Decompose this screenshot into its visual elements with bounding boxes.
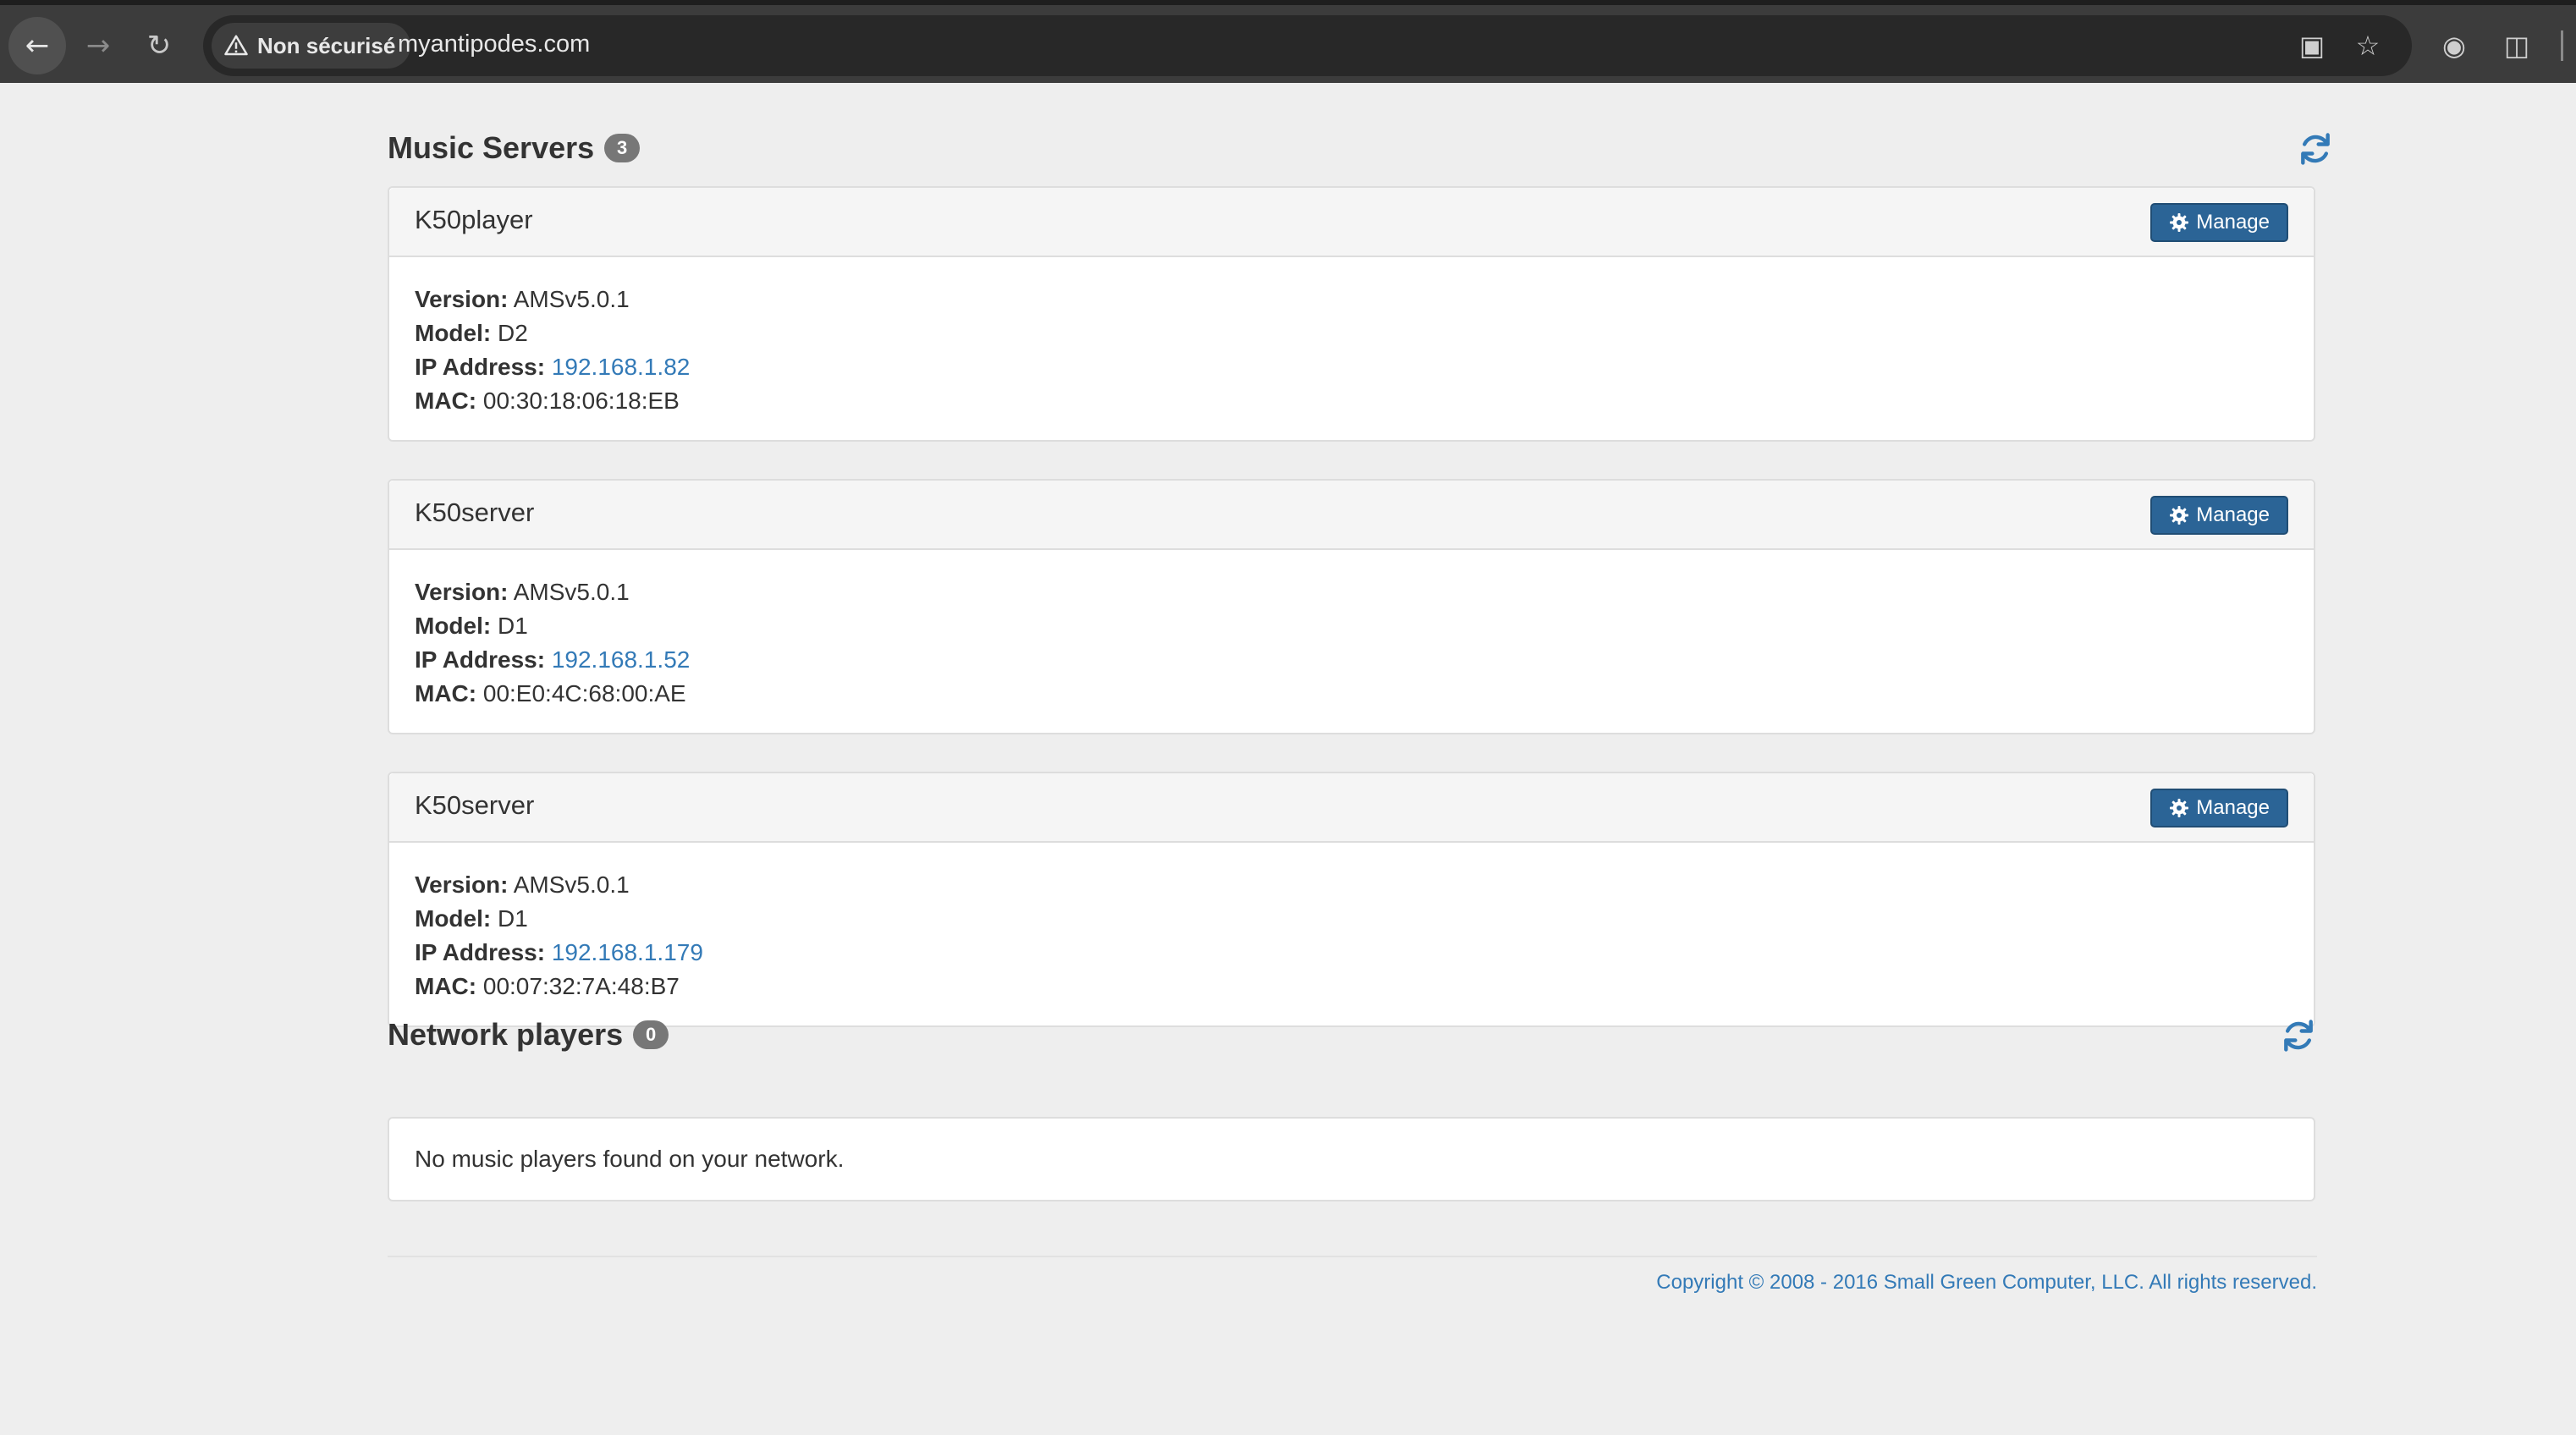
manage-button-label: Manage — [2196, 503, 2270, 526]
server-panel-body: Version: AMSv5.0.1 Model: D1 IP Address:… — [389, 550, 2314, 733]
mac-label: MAC: — [415, 680, 477, 707]
manage-button[interactable]: Manage — [2150, 789, 2288, 827]
forward-arrow-icon[interactable]: → — [69, 17, 127, 74]
music-servers-title: Music Servers 3 — [388, 130, 641, 166]
mac-row: MAC: 00:07:32:7A:48:B7 — [415, 970, 2288, 1003]
mac-value: 00:E0:4C:68:00:AE — [482, 680, 686, 707]
mac-label: MAC: — [415, 973, 477, 999]
footer-divider — [388, 1256, 2317, 1257]
back-arrow-icon[interactable]: ← — [8, 17, 66, 74]
model-row: Model: D1 — [415, 902, 2288, 936]
security-indicator[interactable]: Non sécurisé — [212, 23, 411, 69]
version-row: Version: AMSv5.0.1 — [415, 283, 2288, 316]
ip-address-link[interactable]: 192.168.1.52 — [552, 646, 691, 673]
ip-label: IP Address: — [415, 646, 546, 673]
server-panel-body: Version: AMSv5.0.1 Model: D2 IP Address:… — [389, 257, 2314, 440]
server-panel: K50player Manage Version: AMSv5.0.1 Mode — [388, 186, 2315, 442]
server-name: K50server — [415, 790, 535, 820]
mac-label: MAC: — [415, 388, 477, 414]
manage-button[interactable]: Manage — [2150, 203, 2288, 242]
version-label: Version: — [415, 579, 509, 605]
music-servers-title-text: Music Servers — [388, 130, 595, 165]
model-row: Model: D2 — [415, 316, 2288, 350]
mac-value: 00:30:18:06:18:EB — [482, 388, 680, 414]
ip-address-link[interactable]: 192.168.1.179 — [552, 939, 703, 965]
mac-row: MAC: 00:E0:4C:68:00:AE — [415, 677, 2288, 711]
version-label: Version: — [415, 286, 509, 312]
server-panel: K50server Manage Version: AMSv5.0.1 Mode — [388, 772, 2315, 1027]
version-row: Version: AMSv5.0.1 — [415, 868, 2288, 902]
manage-button[interactable]: Manage — [2150, 496, 2288, 535]
browser-toolbar: ← → ↻ Non sécurisé myantipodes.com ▣ ☆ ◉… — [0, 0, 2576, 83]
model-value: D1 — [498, 613, 528, 639]
music-servers-count-badge: 3 — [604, 134, 641, 162]
ip-label: IP Address: — [415, 939, 546, 965]
model-value: D1 — [498, 905, 528, 932]
address-bar[interactable]: Non sécurisé myantipodes.com ▣ ☆ — [203, 15, 2412, 76]
server-panel-body: Version: AMSv5.0.1 Model: D1 IP Address:… — [389, 843, 2314, 1025]
url-text[interactable]: myantipodes.com — [398, 30, 590, 58]
gear-icon — [2170, 506, 2189, 525]
version-value: AMSv5.0.1 — [513, 871, 630, 898]
music-servers-refresh-icon[interactable] — [2297, 130, 2334, 168]
no-players-message: No music players found on your network. — [415, 1146, 845, 1172]
version-label: Version: — [415, 871, 509, 898]
ip-label: IP Address: — [415, 354, 546, 380]
version-value: AMSv5.0.1 — [513, 579, 630, 605]
bookmark-star-icon[interactable]: ☆ — [2349, 27, 2386, 64]
network-players-refresh-icon[interactable] — [2280, 1017, 2317, 1054]
ip-address-link[interactable]: 192.168.1.82 — [552, 354, 691, 380]
network-players-header: Network players 0 — [388, 1017, 2317, 1068]
profile-extension-icon[interactable]: ◉ — [2434, 25, 2474, 66]
gear-icon — [2170, 213, 2189, 232]
music-servers-header: Music Servers 3 — [388, 83, 2330, 165]
server-panel-heading: K50player Manage — [389, 188, 2314, 257]
extensions-puzzle-icon[interactable]: ◫ — [2496, 25, 2537, 66]
server-panel: K50server Manage Version: AMSv5.0.1 Mode — [388, 479, 2315, 734]
model-label: Model: — [415, 905, 492, 932]
gear-icon — [2170, 799, 2189, 817]
security-label: Non sécurisé — [257, 32, 396, 58]
server-name: K50player — [415, 205, 533, 234]
model-label: Model: — [415, 613, 492, 639]
page-content: Music Servers 3 K50player Manage Version… — [388, 83, 2330, 1294]
version-row: Version: AMSv5.0.1 — [415, 575, 2288, 609]
ip-row: IP Address: 192.168.1.82 — [415, 350, 2288, 384]
mac-row: MAC: 00:30:18:06:18:EB — [415, 384, 2288, 418]
reload-icon[interactable]: ↻ — [130, 17, 188, 74]
ip-row: IP Address: 192.168.1.52 — [415, 643, 2288, 677]
warning-icon — [224, 35, 248, 56]
manage-button-label: Manage — [2196, 211, 2270, 234]
model-row: Model: D1 — [415, 609, 2288, 643]
translate-icon[interactable]: ▣ — [2293, 27, 2331, 64]
network-players-count-badge: 0 — [633, 1020, 669, 1049]
version-value: AMSv5.0.1 — [513, 286, 630, 312]
copyright-text[interactable]: Copyright © 2008 - 2016 Small Green Comp… — [1656, 1271, 2317, 1295]
network-players-panel: No music players found on your network. — [388, 1117, 2315, 1201]
network-players-title: Network players 0 — [388, 1017, 669, 1053]
server-panel-heading: K50server Manage — [389, 773, 2314, 843]
model-label: Model: — [415, 320, 492, 346]
manage-button-label: Manage — [2196, 796, 2270, 819]
network-players-title-text: Network players — [388, 1017, 624, 1052]
mac-value: 00:07:32:7A:48:B7 — [482, 973, 680, 999]
server-name: K50server — [415, 498, 535, 527]
model-value: D2 — [498, 320, 528, 346]
ip-row: IP Address: 192.168.1.179 — [415, 936, 2288, 970]
toolbar-divider — [2561, 30, 2563, 61]
server-panel-heading: K50server Manage — [389, 481, 2314, 550]
